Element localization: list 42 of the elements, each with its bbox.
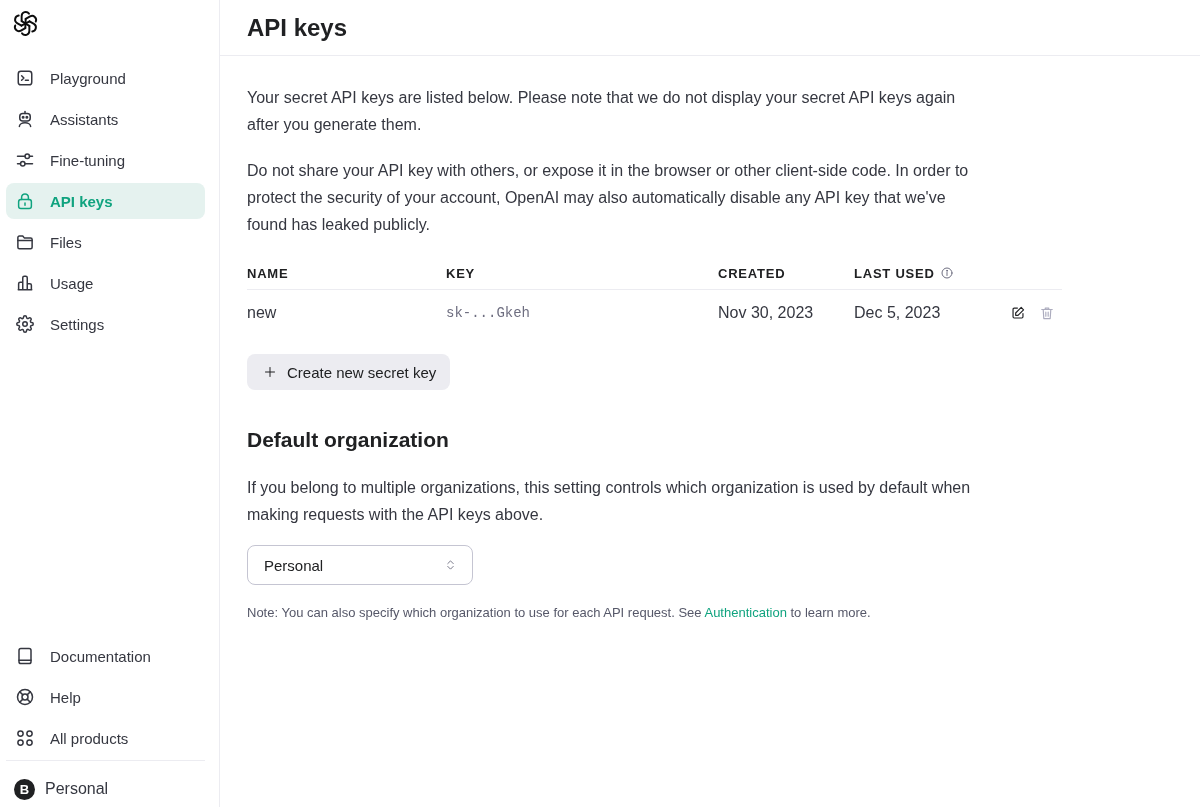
four-circles-icon bbox=[16, 729, 34, 747]
nav-item[interactable]: Usage bbox=[6, 265, 205, 301]
organization-select[interactable]: Personal bbox=[247, 545, 473, 585]
create-key-button[interactable]: Create new secret key bbox=[247, 354, 451, 390]
logo-icon[interactable] bbox=[12, 10, 39, 37]
nav-link[interactable]: Help bbox=[6, 679, 205, 715]
nav-item[interactable]: Settings bbox=[6, 306, 205, 342]
robot-icon bbox=[16, 110, 34, 128]
table-cell-text: Nov 30, 2023 bbox=[718, 302, 815, 323]
table-cell-text: Dec 5, 2023 bbox=[854, 302, 942, 323]
column-header: LAST USED bbox=[854, 265, 935, 281]
bar-chart-icon bbox=[16, 274, 34, 292]
nav-link[interactable]: All products bbox=[6, 720, 205, 756]
lock-icon bbox=[16, 192, 34, 210]
chevron-updown-icon bbox=[445, 558, 456, 572]
page-title: API keys bbox=[247, 13, 348, 42]
folder-icon bbox=[16, 233, 34, 251]
note-text: Note: You can also specify which organization to use for each API request. See Authentication to learn more. bbox=[247, 604, 872, 622]
account-name[interactable]: Personal bbox=[45, 780, 109, 798]
section-title: Default organization bbox=[247, 427, 450, 453]
paragraph: Your secret API keys are listed below. Please note that we do not display your secret API keys again after you generate them. bbox=[247, 88, 957, 135]
nav-item[interactable]: Files bbox=[6, 224, 205, 260]
column-header: CREATED bbox=[718, 265, 786, 281]
lifebuoy-icon bbox=[16, 688, 34, 706]
paragraph: If you belong to multiple organizations, this setting controls which organization is used by default when making requests with the API keys above. bbox=[247, 478, 972, 525]
edit-icon[interactable] bbox=[1011, 305, 1025, 320]
nav-link[interactable]: Documentation bbox=[6, 638, 205, 674]
terminal-icon bbox=[16, 69, 34, 87]
sliders-icon bbox=[16, 151, 34, 169]
plus-icon bbox=[264, 366, 276, 378]
book-icon bbox=[16, 647, 34, 665]
nav-item[interactable]: Assistants bbox=[6, 101, 205, 137]
table-cell-text: new bbox=[247, 302, 278, 323]
table-cell-text: sk-...Gkeh bbox=[446, 303, 531, 323]
paragraph: Do not share your API key with others, or expose it in the browser or other client-side code. In order to protect the security of your account, OpenAI may also automatically disable any API key that we've found has leaked publicly. bbox=[247, 161, 970, 235]
info-icon[interactable] bbox=[940, 267, 953, 279]
column-header: KEY bbox=[446, 265, 476, 281]
column-header: NAME bbox=[247, 265, 289, 281]
avatar: B bbox=[14, 778, 35, 800]
nav-item[interactable]: Fine-tuning bbox=[6, 142, 205, 178]
nav-item[interactable]: Playground bbox=[6, 60, 205, 96]
settings-icon bbox=[16, 315, 34, 333]
